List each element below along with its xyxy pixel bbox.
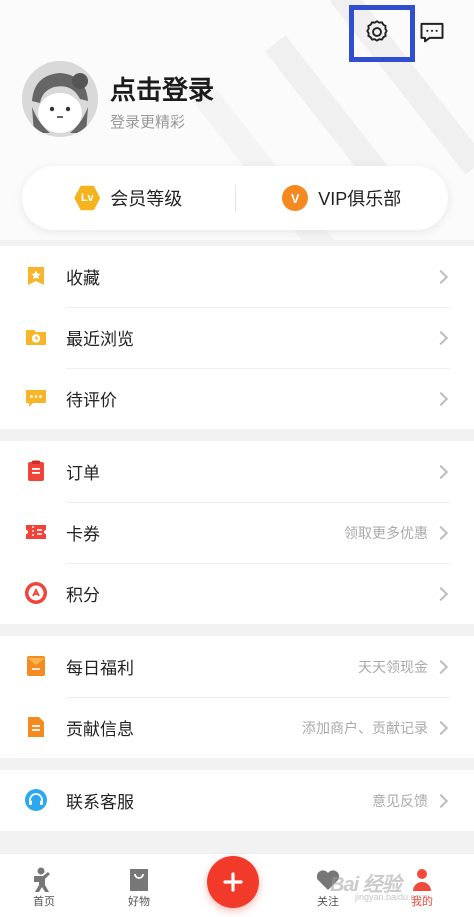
- menu-item-recent[interactable]: 最近浏览: [0, 307, 474, 368]
- chevron-right-icon: [433, 659, 449, 674]
- chevron-right-icon: [433, 330, 449, 345]
- person-icon: [413, 869, 431, 891]
- menu-item-label: 卡券: [66, 525, 100, 544]
- menu-item-label: 积分: [66, 586, 100, 605]
- chevron-right-icon: [433, 793, 449, 808]
- tab-label: 好物: [128, 896, 150, 908]
- menu-item-label: 每日福利: [66, 659, 134, 678]
- menu-item-customer-service[interactable]: 联系客服 意见反馈: [0, 770, 474, 831]
- menu-group-orders: 订单 卡券 领取更多优惠 积分: [0, 441, 474, 624]
- coupon-ticket-icon: [26, 525, 46, 539]
- shopping-bag-icon: [130, 869, 148, 891]
- menu-group-benefits: 每日福利 天天领现金 贡献信息 添加商户、贡献记录: [0, 636, 474, 758]
- menu-item-label: 最近浏览: [66, 330, 134, 349]
- chevron-right-icon: [433, 586, 449, 601]
- menu-item-label: 贡献信息: [66, 720, 134, 739]
- envelope-icon: [27, 656, 45, 676]
- menu-item-favorites[interactable]: 收藏: [0, 246, 474, 307]
- watermark-site: jingyan.baidu.com: [355, 892, 428, 902]
- menu-item-points[interactable]: 积分: [0, 563, 474, 624]
- tab-goods[interactable]: 好物: [99, 854, 179, 917]
- home-figure-icon: [34, 867, 50, 892]
- menu-item-hint: 领取更多优惠: [344, 524, 428, 541]
- chevron-right-icon: [433, 269, 449, 284]
- plus-icon: [223, 872, 243, 892]
- settings-highlight-box: [349, 5, 415, 62]
- menu-item-label: 待评价: [66, 391, 117, 410]
- vip-badge-icon: V: [282, 185, 309, 211]
- menu-item-pending-review[interactable]: 待评价: [0, 368, 474, 429]
- chevron-right-icon: [433, 525, 449, 540]
- level-badge-icon: Lv: [74, 185, 101, 211]
- tab-home[interactable]: 首页: [4, 854, 84, 917]
- menu-item-hint: 添加商户、贡献记录: [302, 719, 428, 736]
- member-level-label: 会员等级: [110, 189, 183, 209]
- profile-header: 点击登录 登录更精彩 Lv 会员等级 V VIP俱乐部: [0, 0, 474, 240]
- menu-item-label: 收藏: [66, 269, 100, 288]
- order-clipboard-icon: [28, 460, 44, 481]
- menu-item-label: 订单: [66, 464, 100, 483]
- menu-item-daily-benefits[interactable]: 每日福利 天天领现金: [0, 636, 474, 697]
- menu-item-hint: 天天领现金: [358, 658, 428, 675]
- login-title[interactable]: 点击登录: [110, 70, 214, 107]
- tab-label: 首页: [33, 896, 55, 908]
- menu-item-hint: 意见反馈: [372, 792, 428, 809]
- login-subtitle: 登录更精彩: [110, 114, 186, 131]
- membership-card: Lv 会员等级 V VIP俱乐部: [22, 166, 448, 230]
- menu-item-orders[interactable]: 订单: [0, 441, 474, 502]
- publish-plus-button[interactable]: [207, 856, 259, 908]
- menu-group-support: 联系客服 意见反馈: [0, 770, 474, 831]
- chevron-right-icon: [433, 720, 449, 735]
- chat-bubble-icon[interactable]: [412, 12, 452, 52]
- menu-item-contribute-info[interactable]: 贡献信息 添加商户、贡献记录: [0, 697, 474, 758]
- vip-club-label: VIP俱乐部: [318, 189, 402, 209]
- clock-folder-icon: [26, 330, 46, 345]
- menu-item-label: 联系客服: [66, 793, 134, 812]
- chevron-right-icon: [433, 464, 449, 479]
- comment-dots-icon: [26, 390, 46, 407]
- star-bookmark-icon: [28, 267, 44, 285]
- headset-icon: [25, 789, 47, 811]
- menu-group-personal: 收藏 最近浏览 待评价: [0, 246, 474, 429]
- chevron-right-icon: [433, 391, 449, 406]
- avatar[interactable]: [22, 61, 98, 137]
- points-coin-icon: [25, 582, 47, 604]
- document-icon: [28, 717, 44, 737]
- member-level-button[interactable]: Lv 会员等级: [22, 166, 235, 230]
- menu-item-coupons[interactable]: 卡券 领取更多优惠: [0, 502, 474, 563]
- vip-club-button[interactable]: V VIP俱乐部: [236, 166, 449, 230]
